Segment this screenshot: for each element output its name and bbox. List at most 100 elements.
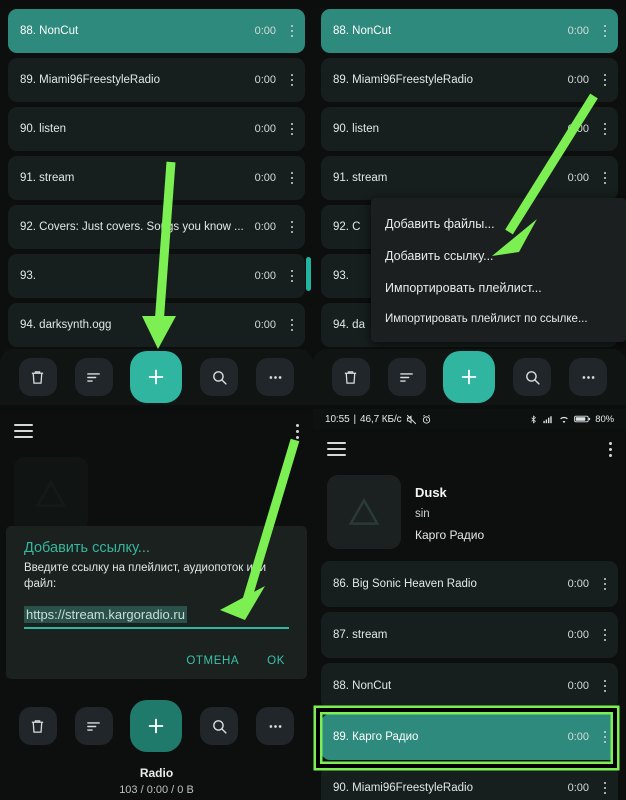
sort-button[interactable] <box>74 358 113 396</box>
app-bar <box>313 429 626 469</box>
track-row[interactable]: 86. Big Sonic Heaven Radio 0:00 <box>321 561 618 607</box>
panel-top-right: 88. NonCut 0:00 89. Miami96FreestyleRadi… <box>313 0 626 405</box>
track-duration: 0:00 <box>567 123 589 135</box>
track-row[interactable]: 93. 0:00 <box>8 254 305 298</box>
bluetooth-icon <box>531 414 537 424</box>
track-row[interactable]: 90. Miami96FreestyleRadio 0:00 <box>321 765 618 800</box>
album-art[interactable] <box>327 475 401 549</box>
now-playing-meta: Dusk sin Карго Радио <box>415 475 484 549</box>
more-button[interactable] <box>256 707 295 745</box>
more-button[interactable] <box>256 358 295 396</box>
add-button[interactable] <box>130 351 183 403</box>
menu-icon[interactable] <box>327 442 346 456</box>
menu-item-import-playlist-url[interactable]: Импортировать плейлист по ссылке... <box>371 304 626 334</box>
search-button[interactable] <box>200 358 239 396</box>
track-overflow-icon[interactable] <box>598 21 612 41</box>
track-row[interactable]: 92. Covers: Just covers. Songs you know … <box>8 205 305 249</box>
track-duration: 0:00 <box>567 782 589 794</box>
track-row[interactable]: 89. Miami96FreestyleRadio 0:00 <box>321 58 618 102</box>
more-horizontal-icon <box>269 375 282 379</box>
track-title: 94. darksynth.ogg <box>20 319 112 331</box>
track-row[interactable]: 88. NonCut 0:00 <box>8 9 305 53</box>
track-overflow-icon[interactable] <box>285 266 299 286</box>
panel-top-edge <box>0 0 313 9</box>
track-row[interactable]: 90. listen 0:00 <box>8 107 305 151</box>
track-duration: 0:00 <box>254 25 276 37</box>
track-row[interactable]: 88. NonCut 0:00 <box>321 9 618 53</box>
track-row[interactable]: 91. stream 0:00 <box>321 156 618 200</box>
track-row[interactable]: 91. stream 0:00 <box>8 156 305 200</box>
track-overflow-icon[interactable] <box>598 168 612 188</box>
track-overflow-icon[interactable] <box>285 21 299 41</box>
track-overflow-icon[interactable] <box>598 70 612 90</box>
track-duration: 0:00 <box>567 172 589 184</box>
bottom-toolbar <box>0 698 313 754</box>
status-bar: 10:55 | 46,7 КБ/с 80% <box>313 409 626 429</box>
track-overflow-icon[interactable] <box>285 217 299 237</box>
url-input[interactable]: https://stream.kargoradio.ru <box>24 606 187 624</box>
more-horizontal-icon <box>269 724 282 728</box>
trash-icon <box>345 370 357 384</box>
status-netspeed: 46,7 КБ/с <box>360 413 402 425</box>
menu-item-import-playlist[interactable]: Импортировать плейлист... <box>371 272 626 304</box>
track-title: 91. stream <box>333 172 388 184</box>
cancel-button[interactable]: ОТМЕНА <box>186 655 239 667</box>
panel-top-edge <box>0 405 313 414</box>
sort-button[interactable] <box>387 358 426 396</box>
track-overflow-icon[interactable] <box>598 778 612 798</box>
more-button[interactable] <box>569 358 608 396</box>
track-overflow-icon[interactable] <box>598 625 612 645</box>
track-duration: 0:00 <box>254 221 276 233</box>
track-duration: 0:00 <box>567 25 589 37</box>
track-row[interactable]: 88. NonCut 0:00 <box>321 663 618 709</box>
list-scrollbar[interactable] <box>306 257 311 291</box>
plus-icon <box>149 369 164 385</box>
track-title: 88. NonCut <box>333 680 392 692</box>
track-row[interactable]: 87. stream 0:00 <box>321 612 618 658</box>
add-button[interactable] <box>130 700 183 752</box>
panel-bottom-right: 10:55 | 46,7 КБ/с 80% Dusk sin Карго Рад… <box>313 405 626 800</box>
panel-top-edge <box>313 405 626 409</box>
track-row-current[interactable]: 89. Карго Радио 0:00 <box>321 714 618 760</box>
track-overflow-icon[interactable] <box>598 119 612 139</box>
sort-icon <box>400 372 414 382</box>
ok-button[interactable]: OK <box>267 655 285 667</box>
track-duration: 0:00 <box>567 74 589 86</box>
track-row[interactable]: 90. listen 0:00 <box>321 107 618 151</box>
track-row[interactable]: 94. darksynth.ogg 0:00 <box>8 303 305 347</box>
search-button[interactable] <box>513 358 552 396</box>
plus-icon <box>149 718 164 734</box>
track-overflow-icon[interactable] <box>285 315 299 335</box>
more-horizontal-icon <box>582 375 595 379</box>
track-overflow-icon[interactable] <box>285 168 299 188</box>
overflow-menu-icon[interactable] <box>296 423 299 439</box>
triangle-placeholder-icon <box>348 497 380 525</box>
battery-percent: 80% <box>595 413 614 425</box>
search-icon <box>212 719 227 734</box>
track-overflow-icon[interactable] <box>598 574 612 594</box>
track-overflow-icon[interactable] <box>598 727 612 747</box>
track-overflow-icon[interactable] <box>285 119 299 139</box>
track-overflow-icon[interactable] <box>285 70 299 90</box>
track-overflow-icon[interactable] <box>598 676 612 696</box>
delete-button[interactable] <box>18 358 57 396</box>
overflow-menu-icon[interactable] <box>609 441 612 457</box>
menu-icon[interactable] <box>14 424 33 438</box>
track-title: 90. Miami96FreestyleRadio <box>333 782 473 794</box>
add-button[interactable] <box>443 351 496 403</box>
track-row[interactable]: 89. Miami96FreestyleRadio 0:00 <box>8 58 305 102</box>
track-title: 93. <box>20 270 36 282</box>
search-button[interactable] <box>200 707 239 745</box>
menu-item-add-files[interactable]: Добавить файлы... <box>371 208 626 240</box>
now-playing-artist: sin <box>415 507 430 520</box>
delete-button[interactable] <box>18 707 57 745</box>
playlist-stats: 103 / 0:00 / 0 B <box>119 784 194 796</box>
panel-top-edge <box>313 0 626 9</box>
url-input-wrapper[interactable]: https://stream.kargoradio.ru <box>24 606 289 629</box>
delete-button[interactable] <box>331 358 370 396</box>
plus-icon <box>462 369 477 385</box>
status-right: 80% <box>529 414 614 425</box>
menu-item-add-url[interactable]: Добавить ссылку... <box>371 240 626 272</box>
sort-button[interactable] <box>74 707 113 745</box>
now-playing-bar[interactable]: Dusk sin Карго Радио <box>313 469 626 559</box>
